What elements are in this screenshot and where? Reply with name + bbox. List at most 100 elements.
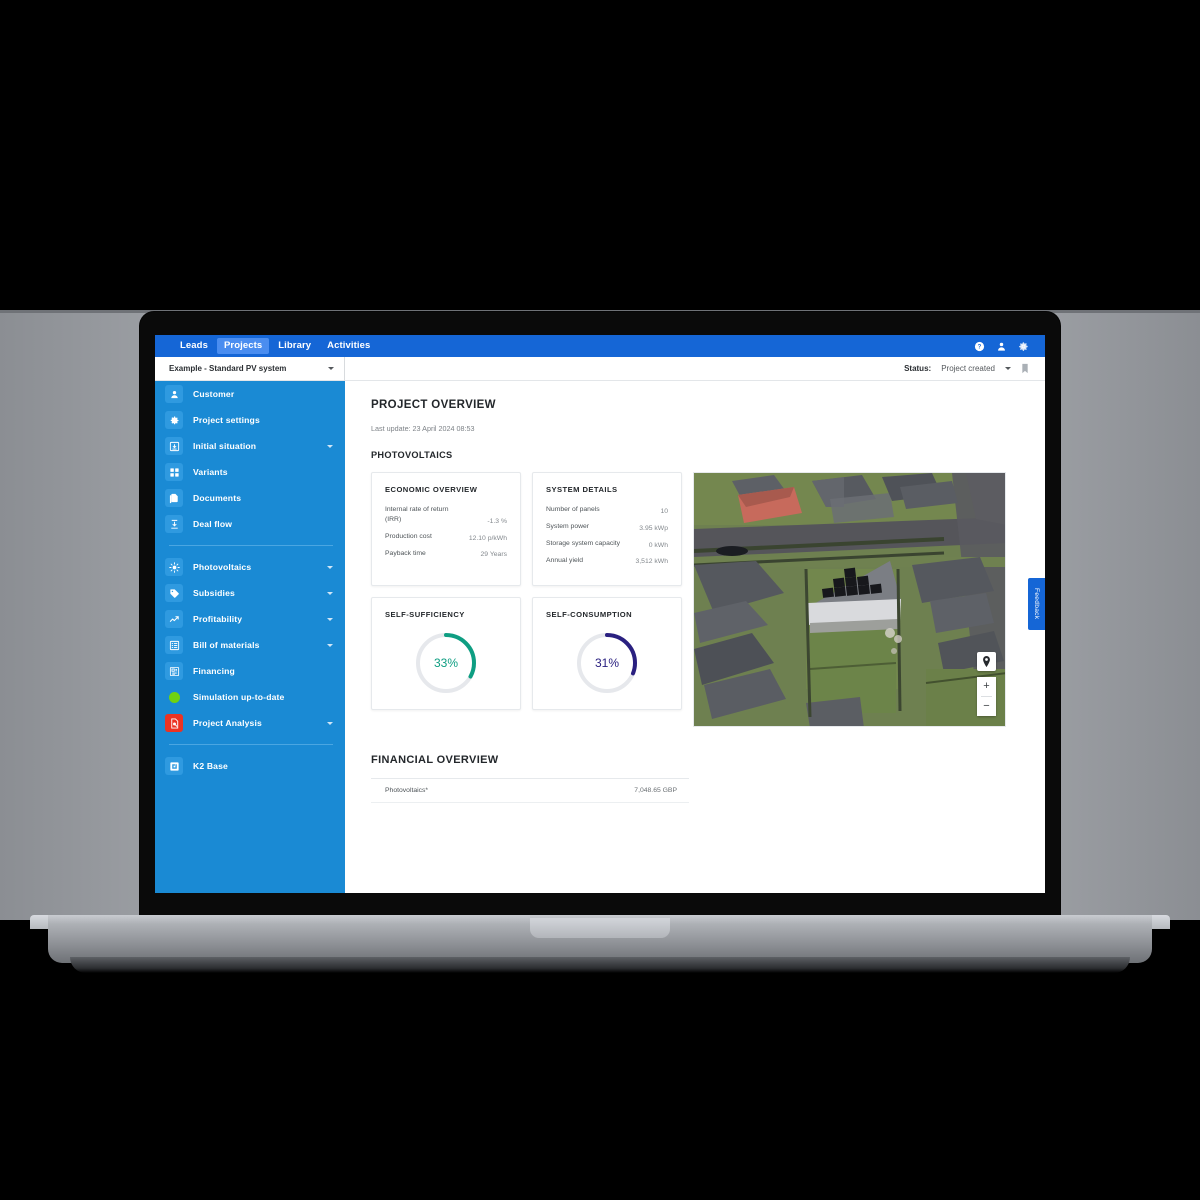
system-details-list: Number of panels 10 System power 3.95 kW… [546, 505, 668, 565]
nav-item-projects[interactable]: Projects [216, 338, 270, 354]
economic-overview-list: Internal rate of return (IRR) -1.3 % Pro… [385, 505, 507, 558]
sidebar-label: Project settings [193, 415, 260, 425]
project-selector-dropdown[interactable]: Example - Standard PV system [155, 356, 345, 381]
feedback-label: Feedback [1033, 588, 1040, 620]
sidebar-divider-2 [169, 744, 333, 745]
status-area: Status: Project created [904, 363, 1045, 374]
row-value: -1.3 % [487, 517, 507, 525]
row-value: 0 kWh [648, 541, 668, 549]
card-title: ECONOMIC OVERVIEW [385, 485, 478, 494]
status-label: Status: [904, 364, 932, 373]
main-content: PROJECT OVERVIEW Last update: 23 April 2… [345, 381, 1045, 893]
top-navigation-bar: Leads Projects Library Activities ? [155, 335, 1045, 357]
table-row: Storage system capacity 0 kWh [546, 539, 668, 549]
last-update-text: Last update: 23 April 2024 08:53 [371, 424, 475, 433]
sidebar-label: Customer [193, 389, 235, 399]
row-key: Payback time [385, 549, 426, 557]
overview-cards-row: ECONOMIC OVERVIEW Internal rate of retur… [371, 472, 1023, 727]
sidebar-item-project-analysis[interactable]: Project Analysis [155, 710, 345, 736]
sidebar-item-initial-situation[interactable]: Initial situation [155, 433, 345, 459]
sidebar-item-documents[interactable]: Documents [155, 485, 345, 511]
sidebar-label: K2 Base [193, 761, 228, 771]
sidebar-item-customer[interactable]: Customer [155, 381, 345, 407]
map-zoom-in-button[interactable]: + [977, 677, 996, 696]
economic-overview-card: ECONOMIC OVERVIEW Internal rate of retur… [371, 472, 521, 587]
map-locate-button[interactable] [977, 652, 996, 671]
sidebar-item-deal-flow[interactable]: Deal flow [155, 511, 345, 537]
sidebar-label: Photovoltaics [193, 562, 252, 572]
sidebar-label: Initial situation [193, 441, 257, 451]
sidebar-label: Bill of materials [193, 640, 260, 650]
chevron-down-icon[interactable] [327, 721, 333, 725]
chevron-down-icon[interactable] [327, 591, 333, 595]
chevron-down-icon [328, 367, 334, 370]
gear-icon [165, 411, 183, 429]
sidebar-item-variants[interactable]: Variants [155, 459, 345, 485]
sidebar-label: Profitability [193, 614, 243, 624]
sidebar-item-subsidies[interactable]: Subsidies [155, 580, 345, 606]
map-zoom-out-button[interactable]: − [977, 697, 996, 716]
nav-item-activities[interactable]: Activities [320, 338, 377, 354]
green-status-dot-icon [165, 688, 183, 706]
list-icon [165, 636, 183, 654]
self-sufficiency-donut: 33% [372, 630, 520, 696]
svg-text:?: ? [978, 344, 982, 350]
row-key: Storage system capacity [546, 539, 621, 547]
map-controls: + − [977, 652, 996, 716]
project-sub-bar: Example - Standard PV system Status: Pro… [155, 356, 1045, 381]
sidebar-item-photovoltaics[interactable]: Photovoltaics [155, 554, 345, 580]
download-box-icon [165, 437, 183, 455]
account-icon[interactable] [996, 341, 1007, 352]
sidebar-label: Variants [193, 467, 228, 477]
row-value: 3.95 kWp [639, 524, 668, 532]
status-value[interactable]: Project created [941, 364, 995, 373]
row-key: Internal rate of return (IRR) [385, 506, 449, 523]
laptop-base-foot [70, 957, 1130, 973]
row-value: 29 Years [480, 551, 507, 559]
location-pin-icon [983, 656, 990, 667]
self-sufficiency-card: SELF-SUFFICIENCY 33% [371, 597, 521, 711]
sidebar-item-profitability[interactable]: Profitability [155, 606, 345, 632]
status-chevron-down-icon[interactable] [1005, 367, 1011, 370]
table-row: System power 3.95 kWp [546, 522, 668, 532]
row-value: 3,512 kWh [635, 558, 669, 566]
row-key: Photovoltaics* [385, 787, 429, 794]
card-title: SELF-SUFFICIENCY [385, 610, 465, 620]
tag-icon [165, 584, 183, 602]
chevron-down-icon[interactable] [327, 617, 333, 621]
sidebar-item-project-settings[interactable]: Project settings [155, 407, 345, 433]
table-row: Annual yield 3,512 kWh [546, 556, 668, 566]
sidebar-label: Deal flow [193, 519, 233, 529]
app-screen: Leads Projects Library Activities ? Exam… [155, 335, 1045, 893]
chevron-down-icon[interactable] [327, 444, 333, 448]
photovoltaics-heading: PHOTOVOLTAICS [371, 450, 453, 460]
nav-item-library[interactable]: Library [271, 338, 318, 354]
chevron-down-icon[interactable] [327, 643, 333, 647]
bookmark-icon[interactable] [1021, 363, 1029, 374]
self-consumption-card: SELF-CONSUMPTION 31% [532, 597, 682, 711]
feedback-tab[interactable]: Feedback [1028, 578, 1045, 630]
chevron-down-icon[interactable] [327, 565, 333, 569]
sidebar-label: Financing [193, 666, 235, 676]
row-value: 7,048.65 GBP [634, 787, 677, 794]
help-icon[interactable]: ? [974, 341, 985, 352]
trend-up-icon [165, 610, 183, 628]
row-key: Annual yield [546, 556, 584, 564]
system-details-card: SYSTEM DETAILS Number of panels 10 Syste… [532, 472, 682, 587]
k2-base-icon [165, 757, 183, 775]
sidebar-item-k2-base[interactable]: K2 Base [155, 753, 345, 779]
sidebar-item-financing[interactable]: Financing [155, 658, 345, 684]
aerial-site-view[interactable]: + − [693, 472, 1006, 727]
sidebar-item-simulation-status[interactable]: Simulation up-to-date [155, 684, 345, 710]
self-sufficiency-value: 33% [433, 656, 459, 671]
settings-gear-icon[interactable] [1018, 341, 1029, 352]
kpi-bottom-row: SELF-SUFFICIENCY 33% SELF-CONSUMPTION 31… [371, 597, 682, 711]
left-sidebar: Customer Project settings Initial situat… [155, 381, 345, 893]
laptop-mockup-scene: Leads Projects Library Activities ? Exam… [0, 0, 1200, 1200]
sidebar-item-bill-of-materials[interactable]: Bill of materials [155, 632, 345, 658]
financial-overview-table: Photovoltaics* 7,048.65 GBP [371, 778, 689, 803]
sidebar-label: Documents [193, 493, 242, 503]
page-title: PROJECT OVERVIEW [371, 399, 496, 411]
nav-item-leads[interactable]: Leads [173, 338, 215, 354]
table-row: Payback time 29 Years [385, 549, 507, 559]
